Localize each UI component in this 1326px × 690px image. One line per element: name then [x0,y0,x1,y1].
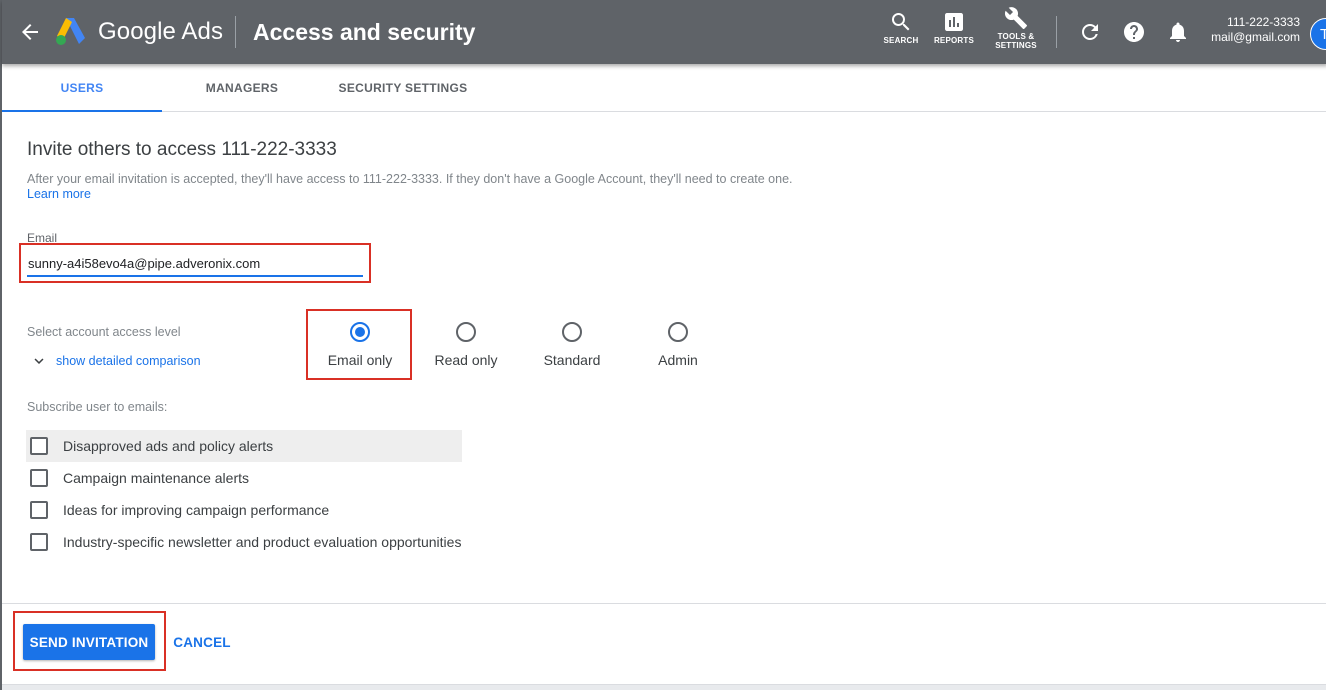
avatar[interactable]: T [1310,18,1326,50]
account-email: mail@gmail.com [1211,30,1300,44]
subscribe-option-campaign-maintenance[interactable]: Campaign maintenance alerts [26,462,462,494]
toolbar-divider [1056,16,1057,48]
tab-managers[interactable]: MANAGERS [162,64,322,112]
checkbox-campaign-maintenance[interactable] [30,469,48,487]
access-option-standard[interactable]: Standard [522,322,622,369]
help-icon[interactable] [1122,20,1146,44]
radio-admin[interactable] [668,322,688,342]
subscribe-option-ideas[interactable]: Ideas for improving campaign performance [26,494,462,526]
tools-label-line2: SETTINGS [995,41,1037,50]
email-label: Email [27,231,58,245]
radio-label-admin: Admin [658,352,698,368]
bottom-edge [2,684,1326,690]
checkbox-label: Campaign maintenance alerts [63,470,249,486]
wrench-icon [1004,7,1027,29]
checkbox-label: Ideas for improving campaign performance [63,502,330,518]
access-option-read-only[interactable]: Read only [416,322,516,369]
reports-icon [945,13,963,31]
radio-standard[interactable] [562,322,582,342]
radio-label-standard: Standard [543,352,601,368]
chevron-down-icon [34,358,44,364]
access-option-email-only[interactable]: Email only [310,322,410,369]
notifications-bell-icon[interactable] [1166,20,1190,44]
invite-description: After your email invitation is accepted,… [27,172,793,186]
reports-button[interactable]: REPORTS [932,10,976,45]
checkbox-label: Disapproved ads and policy alerts [63,438,274,454]
checkbox-newsletter[interactable] [30,533,48,551]
access-level-label: Select account access level [27,325,181,339]
google-ads-logo-icon [56,18,85,45]
header-divider [235,16,236,48]
checkbox-label: Industry-specific newsletter and product… [63,534,462,550]
tools-label-line1: TOOLS & [997,32,1035,41]
back-arrow-icon[interactable] [18,20,42,44]
search-icon [892,13,910,31]
page: Google Ads Access and security SEARCH RE… [0,0,1326,690]
show-comparison-toggle[interactable]: show detailed comparison [30,352,201,370]
tab-bar: USERS MANAGERS SECURITY SETTINGS [2,64,1326,112]
tools-settings-button[interactable]: TOOLS & SETTINGS [992,6,1040,50]
brand-name: Google Ads [98,18,224,45]
radio-label-read-only: Read only [434,352,498,368]
radio-email-only[interactable] [350,322,370,342]
page-title: Access and security [253,19,476,45]
footer-divider [2,603,1326,604]
radio-label-email-only: Email only [327,352,393,368]
show-comparison-link[interactable]: show detailed comparison [56,354,201,368]
access-option-admin[interactable]: Admin [628,322,728,369]
search-label: SEARCH [883,36,919,45]
subscribe-label: Subscribe user to emails: [27,400,168,414]
top-bar: Google Ads Access and security SEARCH RE… [2,0,1326,64]
checkbox-ideas[interactable] [30,501,48,519]
subscribe-option-disapproved-ads[interactable]: Disapproved ads and policy alerts [26,430,462,462]
subscribe-option-newsletter[interactable]: Industry-specific newsletter and product… [26,526,462,558]
learn-more-link[interactable]: Learn more [27,186,91,202]
reports-label: REPORTS [933,36,975,45]
search-button[interactable]: SEARCH [880,10,922,45]
send-invitation-button[interactable]: SEND INVITATION [23,624,155,660]
account-info[interactable]: 111-222-3333 mail@gmail.com [1192,15,1300,45]
tab-security-settings[interactable]: SECURITY SETTINGS [322,64,484,112]
refresh-icon[interactable] [1078,20,1102,44]
tab-users[interactable]: USERS [2,64,162,112]
cancel-button[interactable]: CANCEL [166,624,238,660]
radio-read-only[interactable] [456,322,476,342]
account-id: 111-222-3333 [1227,15,1300,29]
email-input[interactable] [27,251,363,277]
checkbox-disapproved-ads[interactable] [30,437,48,455]
invite-title: Invite others to access 111-222-3333 [27,139,337,160]
